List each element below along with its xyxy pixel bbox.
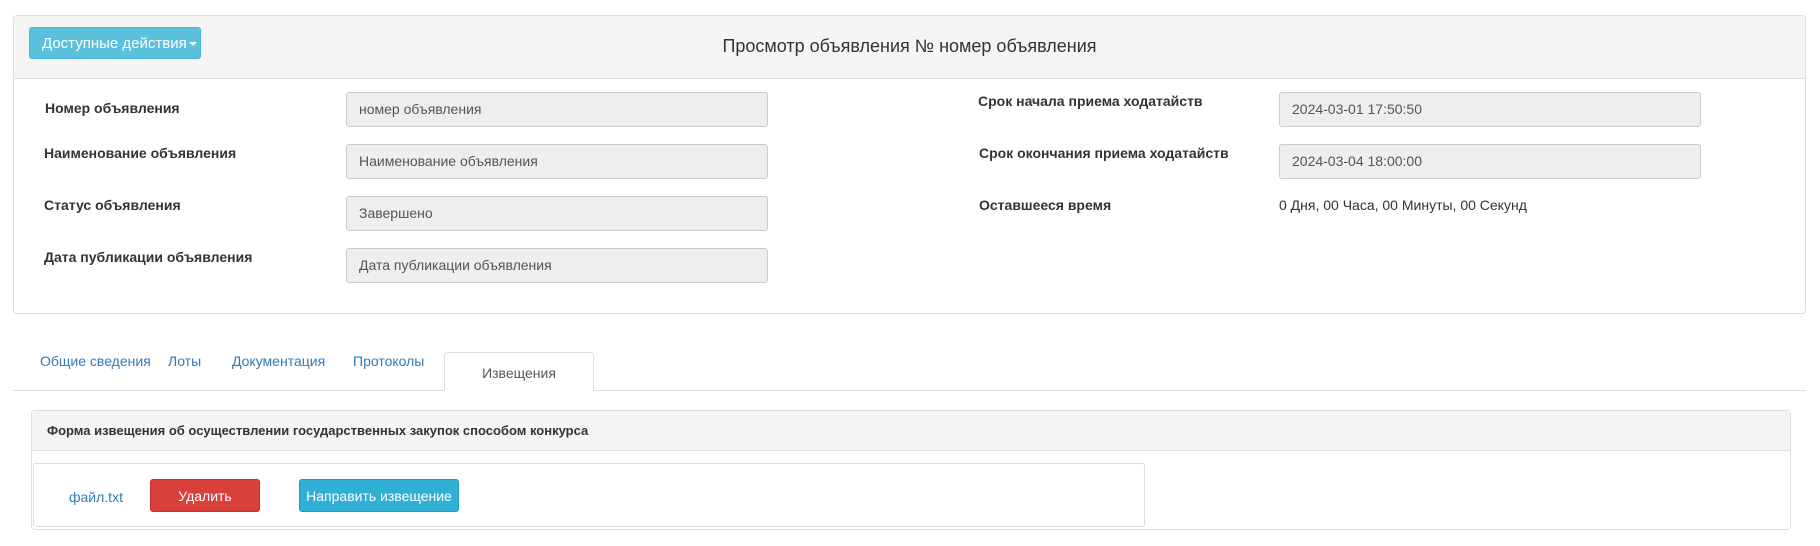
notice-form-panel: Форма извещения об осуществлении государ…	[31, 410, 1791, 530]
announcement-number-label: Номер объявления	[45, 100, 180, 116]
panel-heading: Доступные действия Просмотр объявления №…	[14, 16, 1805, 79]
delete-button[interactable]: Удалить	[150, 479, 260, 512]
application-start-label: Срок начала приема ходатайств	[978, 93, 1203, 109]
tab-lots[interactable]: Лоты	[168, 353, 201, 369]
announcement-panel: Доступные действия Просмотр объявления №…	[13, 15, 1806, 314]
notice-file-row: файл.txt Удалить Направить извещение	[33, 463, 1145, 527]
remaining-time-value: 0 Дня, 00 Часа, 00 Минуты, 00 Секунд	[1279, 197, 1527, 213]
publication-date-field[interactable]: Дата публикации объявления	[346, 248, 768, 283]
tab-documentation[interactable]: Документация	[232, 353, 325, 369]
tab-protocols[interactable]: Протоколы	[353, 353, 424, 369]
announcement-name-label: Наименование объявления	[44, 145, 237, 161]
page-title: Просмотр объявления № номер объявления	[722, 36, 1097, 56]
file-link[interactable]: файл.txt	[69, 489, 123, 505]
application-start-field[interactable]: 2024-03-01 17:50:50	[1279, 92, 1701, 127]
tab-general-info[interactable]: Общие сведения	[40, 353, 151, 369]
application-end-label: Срок окончания приема ходатайств	[979, 145, 1229, 161]
notice-form-heading: Форма извещения об осуществлении государ…	[32, 411, 1790, 451]
publication-date-label: Дата публикации объявления	[44, 249, 253, 265]
tab-notices[interactable]: Извещения	[444, 352, 594, 391]
announcement-status-label: Статус объявления	[44, 197, 181, 213]
send-notice-button[interactable]: Направить извещение	[299, 479, 459, 512]
tabs-baseline	[13, 390, 1806, 391]
notice-form-title: Форма извещения об осуществлении государ…	[47, 423, 589, 438]
announcement-number-field[interactable]: номер объявления	[346, 92, 768, 127]
announcement-status-field[interactable]: Завершено	[346, 196, 768, 231]
announcement-name-field[interactable]: Наименование объявления	[346, 144, 768, 179]
application-end-field[interactable]: 2024-03-04 18:00:00	[1279, 144, 1701, 179]
remaining-time-label: Оставшееся время	[979, 197, 1112, 213]
